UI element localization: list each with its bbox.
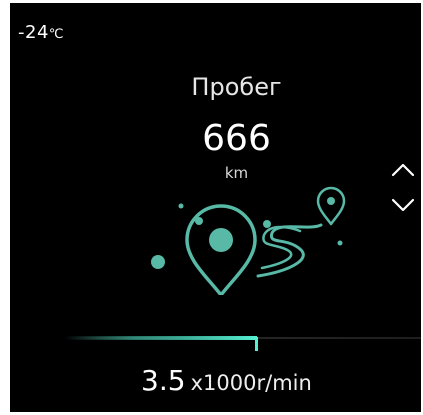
rpm-value: 3.5	[141, 364, 186, 397]
location-pin-small	[316, 186, 346, 226]
mileage-value-text: 666	[202, 118, 271, 159]
map-route-icon	[151, 186, 346, 295]
chevron-up-icon[interactable]	[390, 161, 416, 179]
dashboard-screen: -24℃ Пробег 666 km 3.5 x1000r/min	[10, 3, 421, 412]
location-pin-dot	[209, 228, 233, 252]
page-title-text: Пробег	[191, 73, 282, 101]
rpm-bar-fill	[65, 336, 257, 340]
deco-dot	[178, 203, 184, 209]
deco-dot	[151, 255, 165, 269]
route-path-inner	[260, 225, 302, 270]
deco-dot	[337, 240, 343, 246]
rpm-readout: 3.5 x1000r/min	[141, 363, 312, 403]
page-title: Пробег	[10, 72, 421, 102]
mileage-unit: km	[10, 163, 421, 183]
rpm-bar	[65, 336, 421, 351]
rpm-bar-tick	[255, 337, 258, 351]
temperature-unit: ℃	[48, 27, 65, 42]
temperature-value: -24	[18, 22, 49, 43]
deco-dot	[263, 220, 271, 228]
mileage-value: 666	[10, 119, 421, 159]
temperature-readout: -24℃	[18, 23, 64, 45]
rpm-unit: x1000r/min	[190, 371, 312, 395]
mileage-unit-text: km	[224, 164, 249, 182]
location-pin-small-dot	[327, 197, 335, 205]
chevron-down-icon[interactable]	[390, 196, 416, 214]
